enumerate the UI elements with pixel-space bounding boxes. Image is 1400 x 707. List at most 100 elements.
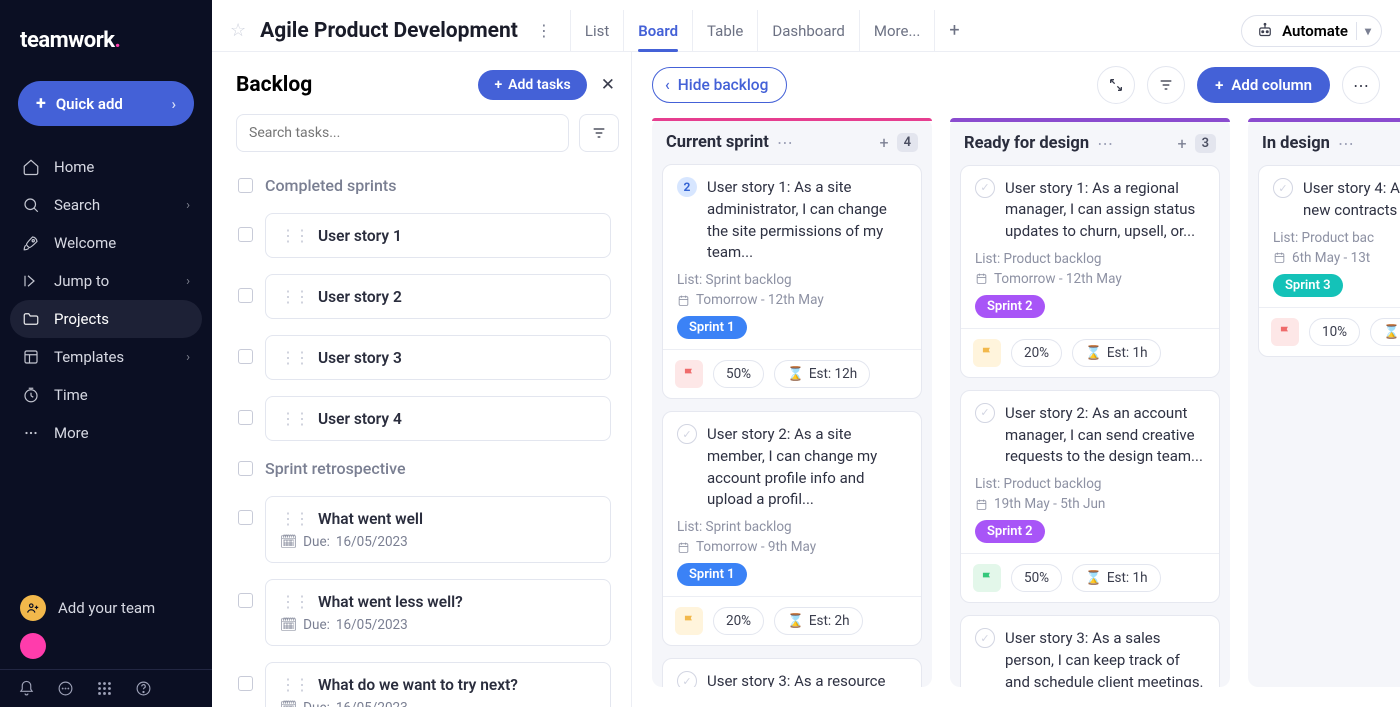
flag-icon[interactable] [1271, 318, 1299, 346]
column-menu-icon[interactable]: ⋯ [1338, 134, 1354, 153]
checkbox[interactable] [238, 178, 253, 193]
user-row[interactable] [0, 631, 212, 669]
hide-backlog-button[interactable]: ‹ Hide backlog [652, 67, 787, 103]
add-team-row[interactable]: Add your team [0, 585, 212, 631]
checkbox[interactable] [238, 461, 253, 476]
column-title: In design [1262, 134, 1330, 153]
board-card[interactable]: ✓User story 3: As a sales person, I can … [960, 615, 1220, 687]
robot-icon [1256, 22, 1274, 40]
board-card[interactable]: ✓User story 3: As a resource manager, I … [662, 658, 922, 687]
sidebar: teamwork. + Quick add › HomeSearch›Welco… [0, 0, 212, 707]
backlog-list[interactable]: Completed sprints ⋮⋮ User story 1 ⋮⋮User … [236, 166, 619, 707]
project-title: Agile Product Development [260, 19, 518, 43]
tab-table[interactable]: Table [692, 10, 757, 51]
backlog-card[interactable]: ⋮⋮What do we want to try next? 🗓Due: 16/… [265, 662, 611, 707]
quick-add-button[interactable]: + Quick add › [18, 81, 194, 126]
checkbox[interactable] [238, 288, 253, 303]
column-menu-icon[interactable]: ⋯ [777, 133, 793, 152]
sidebar-item-welcome[interactable]: Welcome [10, 224, 202, 262]
backlog-card[interactable]: ⋮⋮What went less well? 🗓Due: 16/05/2023 [265, 579, 611, 646]
sidebar-item-jump-to[interactable]: Jump to› [10, 262, 202, 300]
board-card[interactable]: ✓User story 1: As a regional manager, I … [960, 165, 1220, 378]
board-card[interactable]: ✓User story 2: As an account manager, I … [960, 390, 1220, 603]
drag-icon[interactable]: ⋮⋮ [280, 509, 308, 528]
progress-pill: 20% [713, 607, 764, 635]
check-circle-icon[interactable]: ✓ [677, 671, 697, 687]
checkbox[interactable] [238, 593, 253, 608]
tab-dashboard[interactable]: Dashboard [757, 10, 859, 51]
flag-icon[interactable] [973, 339, 1001, 367]
flag-icon[interactable] [675, 607, 703, 635]
check-circle-icon[interactable]: ✓ [975, 403, 995, 423]
close-icon[interactable]: ✕ [597, 71, 619, 99]
title-menu-icon[interactable]: ⋮ [532, 21, 556, 40]
card-footer: 10% ⌛Es [1259, 307, 1400, 356]
backlog-card[interactable]: ⋮⋮User story 4 [265, 396, 611, 441]
bell-icon[interactable] [18, 680, 35, 697]
board-card[interactable]: ✓User story 4: A I can send new contract… [1258, 165, 1400, 357]
backlog-group-header[interactable]: Completed sprints [236, 166, 613, 205]
board-more-button[interactable]: ⋯ [1342, 66, 1380, 104]
sidebar-item-search[interactable]: Search› [10, 186, 202, 224]
drag-icon[interactable]: ⋮⋮ [280, 409, 308, 428]
help-icon[interactable] [135, 680, 152, 697]
flag-icon[interactable] [675, 360, 703, 388]
expand-button[interactable] [1097, 66, 1135, 104]
sidebar-item-time[interactable]: Time [10, 376, 202, 414]
hourglass-icon: ⌛ [1383, 324, 1400, 340]
column-body: ✓User story 4: A I can send new contract… [1248, 165, 1400, 367]
search-input[interactable] [236, 114, 569, 152]
check-circle-icon[interactable]: ✓ [975, 178, 995, 198]
chevron-left-icon: ‹ [665, 76, 670, 94]
drag-icon[interactable]: ⋮⋮ [280, 348, 308, 367]
card-title: User story 1 [318, 227, 402, 245]
board-card[interactable]: 2User story 1: As a site administrator, … [662, 164, 922, 399]
filter-button[interactable] [579, 114, 619, 152]
sidebar-item-templates[interactable]: Templates› [10, 338, 202, 376]
chat-icon[interactable] [57, 680, 74, 697]
drag-icon[interactable]: ⋮⋮ [280, 675, 308, 694]
tab-more[interactable]: More... [859, 10, 934, 51]
tab-list[interactable]: List [570, 10, 623, 51]
star-icon[interactable]: ☆ [230, 20, 246, 41]
estimate-pill: ⌛Est: 12h [774, 360, 870, 388]
sidebar-item-more[interactable]: More [10, 414, 202, 452]
board-card[interactable]: ✓User story 2: As a site member, I can c… [662, 411, 922, 646]
card-list: List: Product backlog [975, 251, 1205, 267]
column-add-icon[interactable]: + [1177, 134, 1186, 153]
sidebar-item-home[interactable]: Home [10, 148, 202, 186]
board-filter-button[interactable] [1147, 66, 1185, 104]
drag-icon[interactable]: ⋮⋮ [280, 287, 308, 306]
checkbox[interactable] [238, 676, 253, 691]
nav-label: Home [54, 158, 94, 176]
checkbox[interactable] [238, 510, 253, 525]
add-tab-button[interactable]: + [934, 10, 973, 51]
check-circle-icon[interactable]: ✓ [975, 628, 995, 648]
backlog-card[interactable]: ⋮⋮User story 2 [265, 274, 611, 319]
card-list: List: Sprint backlog [677, 519, 907, 535]
due-label: Due: [303, 617, 330, 633]
column-add-icon[interactable]: + [879, 133, 888, 152]
tab-board[interactable]: Board [623, 10, 692, 51]
check-circle-icon[interactable]: ✓ [1273, 178, 1293, 198]
check-circle-icon[interactable]: ✓ [677, 424, 697, 444]
backlog-card[interactable]: ⋮⋮What went well 🗓Due: 16/05/2023 [265, 496, 611, 563]
add-column-button[interactable]: + Add column [1197, 67, 1330, 103]
checkbox[interactable] [238, 410, 253, 425]
calendar-icon: 🗓 [280, 534, 297, 550]
grid-icon[interactable] [96, 680, 113, 697]
automate-button[interactable]: Automate ▾ [1241, 15, 1382, 47]
column-menu-icon[interactable]: ⋯ [1097, 134, 1113, 153]
flag-icon[interactable] [973, 564, 1001, 592]
backlog-group-header[interactable]: Sprint retrospective [236, 449, 613, 488]
drag-icon[interactable]: ⋮⋮ [280, 592, 308, 611]
sidebar-item-projects[interactable]: Projects [10, 300, 202, 338]
backlog-card[interactable]: ⋮⋮ User story 1 [265, 213, 611, 258]
chevron-right-icon: › [186, 274, 190, 289]
checkbox[interactable] [238, 227, 253, 242]
add-tasks-button[interactable]: + Add tasks [478, 70, 586, 100]
checkbox[interactable] [238, 349, 253, 364]
drag-icon[interactable]: ⋮⋮ [280, 226, 308, 245]
more-icon [22, 424, 40, 442]
backlog-card[interactable]: ⋮⋮User story 3 [265, 335, 611, 380]
